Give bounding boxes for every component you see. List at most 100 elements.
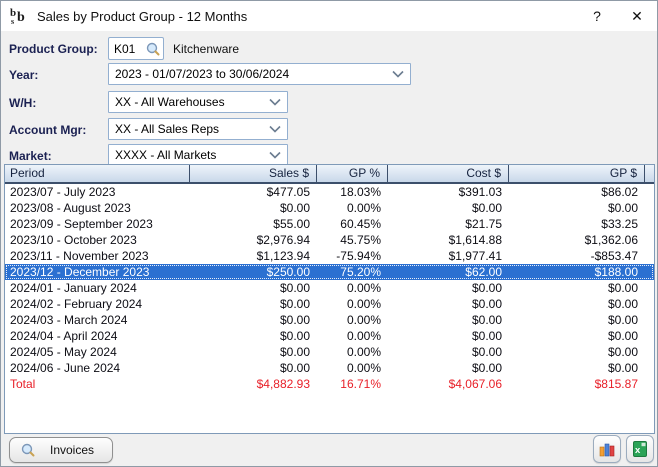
table-cell: $0.00: [190, 328, 317, 344]
column-header-gp-dlr[interactable]: GP $: [509, 165, 645, 182]
table-cell: $0.00: [190, 280, 317, 296]
table-cell: 2023/11 - November 2023: [5, 248, 190, 264]
close-button[interactable]: ✕: [617, 1, 657, 31]
warehouse-value: XX - All Warehouses: [115, 95, 265, 109]
table-cell: 75.20%: [317, 264, 388, 280]
table-row[interactable]: 2024/01 - January 2024$0.000.00%$0.00$0.…: [5, 280, 654, 296]
app-logo-icon: b s b: [9, 6, 29, 26]
table-cell: 2024/05 - May 2024: [5, 344, 190, 360]
table-cell: $0.00: [509, 360, 645, 376]
table-cell: $33.25: [509, 216, 645, 232]
product-group-value: K01: [114, 42, 145, 56]
table-cell: $2,976.94: [190, 232, 317, 248]
table-row[interactable]: 2024/02 - February 2024$0.000.00%$0.00$0…: [5, 296, 654, 312]
table-cell: $0.00: [190, 296, 317, 312]
table-cell: $188.00: [509, 264, 645, 280]
table-cell: 0.00%: [317, 360, 388, 376]
table-cell: $62.00: [388, 264, 509, 280]
table-cell: 0.00%: [317, 312, 388, 328]
svg-text:s: s: [11, 17, 14, 26]
table-cell: $815.87: [509, 376, 645, 392]
table-cell: $0.00: [190, 200, 317, 216]
table-cell: $1,362.06: [509, 232, 645, 248]
invoices-magnifier-icon: [20, 442, 36, 458]
table-cell: $0.00: [388, 360, 509, 376]
table-cell: $0.00: [388, 328, 509, 344]
excel-icon: x: [632, 441, 648, 457]
table-row[interactable]: 2023/08 - August 2023$0.000.00%$0.00$0.0…: [5, 200, 654, 216]
window-title: Sales by Product Group - 12 Months: [37, 9, 247, 24]
column-header-cost[interactable]: Cost $: [388, 165, 509, 182]
warehouse-select[interactable]: XX - All Warehouses: [108, 91, 288, 113]
year-select[interactable]: 2023 - 01/07/2023 to 30/06/2024: [108, 63, 411, 85]
table-cell: $0.00: [509, 344, 645, 360]
table-row[interactable]: 2024/05 - May 2024$0.000.00%$0.00$0.00: [5, 344, 654, 360]
table-row[interactable]: 2023/09 - September 2023$55.0060.45%$21.…: [5, 216, 654, 232]
svg-text:x: x: [635, 445, 641, 456]
table-row[interactable]: 2024/03 - March 2024$0.000.00%$0.00$0.00: [5, 312, 654, 328]
table-row[interactable]: 2024/04 - April 2024$0.000.00%$0.00$0.00: [5, 328, 654, 344]
table-cell: 2024/01 - January 2024: [5, 280, 190, 296]
table-cell: $250.00: [190, 264, 317, 280]
table-cell: 2023/12 - December 2023: [5, 264, 190, 280]
table-row[interactable]: 2023/12 - December 2023$250.0075.20%$62.…: [5, 264, 654, 280]
chevron-down-icon: [392, 70, 404, 78]
table-cell: 16.71%: [317, 376, 388, 392]
table-cell: 0.00%: [317, 296, 388, 312]
table-cell: 0.00%: [317, 280, 388, 296]
market-label: Market:: [9, 149, 52, 163]
table-row[interactable]: 2023/10 - October 2023$2,976.9445.75%$1,…: [5, 232, 654, 248]
table-cell: $1,977.41: [388, 248, 509, 264]
market-value: XXXX - All Markets: [115, 148, 265, 162]
scrollbar-gutter: [645, 165, 654, 182]
period-sales-grid: Period Sales $ GP % Cost $ GP $ 2023/07 …: [4, 164, 655, 434]
table-row[interactable]: 2024/06 - June 2024$0.000.00%$0.00$0.00: [5, 360, 654, 376]
lookup-magnifier-icon[interactable]: [145, 41, 161, 57]
table-cell: $1,614.88: [388, 232, 509, 248]
table-cell: 2023/10 - October 2023: [5, 232, 190, 248]
invoices-button[interactable]: Invoices: [9, 437, 113, 463]
table-cell: $4,067.06: [388, 376, 509, 392]
table-cell: 0.00%: [317, 200, 388, 216]
table-cell: $0.00: [388, 200, 509, 216]
table-cell: 0.00%: [317, 328, 388, 344]
table-cell: $1,123.94: [190, 248, 317, 264]
account-mgr-select[interactable]: XX - All Sales Reps: [108, 118, 288, 140]
chevron-down-icon: [269, 98, 281, 106]
table-cell: $21.75: [388, 216, 509, 232]
table-cell: $0.00: [388, 312, 509, 328]
column-header-sales[interactable]: Sales $: [190, 165, 317, 182]
table-cell: $391.03: [388, 184, 509, 200]
table-row[interactable]: 2023/11 - November 2023$1,123.94-75.94%$…: [5, 248, 654, 264]
table-cell: Total: [5, 376, 190, 392]
table-cell: $0.00: [190, 360, 317, 376]
chart-button[interactable]: [593, 435, 621, 463]
table-cell: 2023/07 - July 2023: [5, 184, 190, 200]
table-cell: -75.94%: [317, 248, 388, 264]
title-bar: b s b Sales by Product Group - 12 Months…: [1, 1, 657, 31]
market-select[interactable]: XXXX - All Markets: [108, 144, 288, 166]
table-cell: $0.00: [509, 328, 645, 344]
table-cell: $0.00: [388, 344, 509, 360]
table-cell: 2024/02 - February 2024: [5, 296, 190, 312]
table-cell: 2024/04 - April 2024: [5, 328, 190, 344]
account-mgr-value: XX - All Sales Reps: [115, 122, 265, 136]
help-button[interactable]: ?: [577, 1, 617, 31]
bar-chart-icon: [599, 441, 615, 457]
year-value: 2023 - 01/07/2023 to 30/06/2024: [115, 67, 388, 81]
table-cell: $0.00: [190, 344, 317, 360]
product-group-input[interactable]: K01: [108, 37, 164, 60]
column-header-period[interactable]: Period: [5, 165, 190, 182]
warehouse-label: W/H:: [9, 96, 36, 110]
account-mgr-label: Account Mgr:: [9, 123, 86, 137]
year-label: Year:: [9, 68, 38, 82]
table-row[interactable]: 2023/07 - July 2023$477.0518.03%$391.03$…: [5, 184, 654, 200]
table-cell: $477.05: [190, 184, 317, 200]
table-cell: 0.00%: [317, 344, 388, 360]
export-excel-button[interactable]: x: [626, 435, 654, 463]
column-header-gp-pct[interactable]: GP %: [317, 165, 388, 182]
grid-header-row: Period Sales $ GP % Cost $ GP $: [5, 165, 654, 184]
total-row[interactable]: Total$4,882.9316.71%$4,067.06$815.87: [5, 376, 654, 392]
table-cell: $0.00: [190, 312, 317, 328]
table-cell: $0.00: [388, 296, 509, 312]
